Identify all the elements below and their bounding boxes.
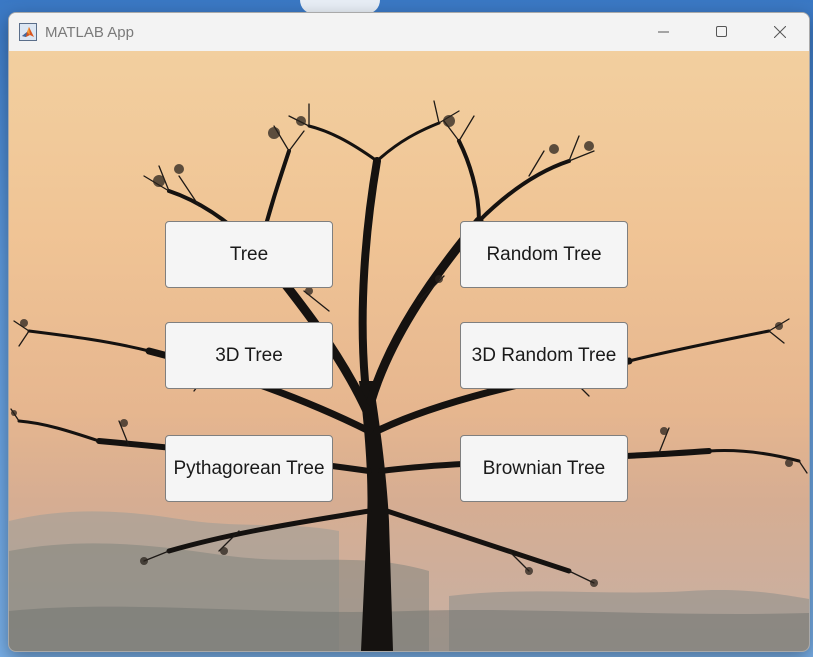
app-window: MATLAB App Tree Random Tree 3D Tree 3D R… (8, 12, 810, 652)
window-title: MATLAB App (45, 23, 134, 41)
window-controls (635, 13, 809, 51)
3d-random-tree-button[interactable]: 3D Random Tree (460, 322, 628, 389)
brownian-tree-button[interactable]: Brownian Tree (460, 435, 628, 502)
maximize-button[interactable] (693, 13, 751, 51)
minimize-icon (658, 31, 669, 33)
tree-background-image (9, 100, 809, 651)
pythagorean-tree-button[interactable]: Pythagorean Tree (165, 435, 333, 502)
maximize-icon (716, 26, 727, 37)
tree-button[interactable]: Tree (165, 221, 333, 288)
matlab-logo-icon (19, 23, 37, 41)
3d-tree-button[interactable]: 3D Tree (165, 322, 333, 389)
minimize-button[interactable] (635, 13, 693, 51)
title-bar[interactable]: MATLAB App (9, 13, 809, 51)
random-tree-button[interactable]: Random Tree (460, 221, 628, 288)
close-icon (774, 26, 786, 38)
close-button[interactable] (751, 13, 809, 51)
app-canvas: Tree Random Tree 3D Tree 3D Random Tree … (9, 51, 809, 651)
